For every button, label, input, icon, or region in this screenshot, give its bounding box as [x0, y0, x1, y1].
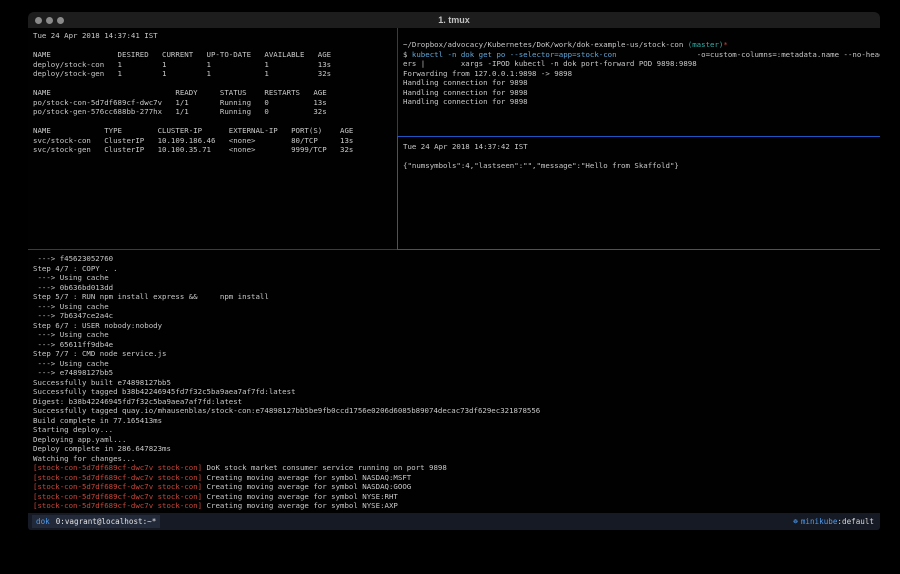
terminal-line: ---> Using cache [33, 330, 880, 340]
terminal-line: Step 5/7 : RUN npm install express && np… [33, 292, 880, 302]
terminal-line: Step 7/7 : CMD node service.js [33, 349, 880, 359]
kube-namespace: :default [837, 517, 874, 526]
terminal-line: [stock-con-5d7df689cf-dwc7v stock-con] D… [33, 463, 880, 473]
terminal-window: 1. tmux Tue 24 Apr 2018 14:37:41 IST NAME… [28, 12, 880, 530]
terminal-line: [stock-con-5d7df689cf-dwc7v stock-con] C… [33, 473, 880, 483]
pane-curl-output[interactable]: Tue 24 Apr 2018 14:37:42 IST {"numsymbols… [398, 137, 880, 249]
pane-kubectl-watch[interactable]: Tue 24 Apr 2018 14:37:41 IST NAME DESIRED… [28, 28, 397, 249]
terminal-line: Starting deploy... [33, 425, 880, 435]
terminal-line: Successfully tagged b38b42246945fd7f32c5… [33, 387, 880, 397]
terminal-line: Successfully tagged quay.io/mhausenblas/… [33, 406, 880, 416]
tmux-status-bar: dok 0:vagrant@localhost:~* ☸minikube:def… [28, 513, 880, 530]
terminal-line: [stock-con-5d7df689cf-dwc7v stock-con] C… [33, 492, 880, 502]
terminal-line: ---> e74898127bb5 [33, 368, 880, 378]
terminal-line: Successfully built e74898127bb5 [33, 378, 880, 388]
pane-port-forward-lines: ~/Dropbox/advocacy/Kubernetes/DoK/work/d… [403, 40, 880, 107]
terminal-line: deploy/stock-con 1 1 1 1 13s [33, 60, 397, 70]
tmux-window-entry: 0:vagrant@localhost:~* [56, 517, 157, 526]
terminal-line: Handling connection for 9898 [403, 97, 880, 107]
terminal-line: po/stock-gen-576cc688bb-277hx 1/1 Runnin… [33, 107, 397, 117]
pane-curl-output-lines: Tue 24 Apr 2018 14:37:42 IST {"numsymbols… [403, 142, 880, 171]
terminal-line [33, 79, 397, 89]
terminal-line: Step 6/7 : USER nobody:nobody [33, 321, 880, 331]
terminal-line: ~/Dropbox/advocacy/Kubernetes/DoK/work/d… [403, 40, 880, 50]
terminal-line: Deploying app.yaml... [33, 435, 880, 445]
terminal-line: NAME TYPE CLUSTER-IP EXTERNAL-IP PORT(S)… [33, 126, 397, 136]
kube-context-indicator: ☸minikube:default [793, 517, 874, 526]
terminal-line: ---> 65611ff9db4e [33, 340, 880, 350]
terminal-line: ---> f45623052760 [33, 254, 880, 264]
tmux-window-item[interactable]: dok 0:vagrant@localhost:~* [32, 515, 160, 528]
tmux-session-name: dok [36, 517, 50, 526]
terminal-line: svc/stock-gen ClusterIP 10.100.35.71 <no… [33, 145, 397, 155]
terminal-line: Handling connection for 9898 [403, 78, 880, 88]
terminal-line: ers | xargs -IPOD kubectl -n dok port-fo… [403, 59, 880, 69]
terminal-line: deploy/stock-gen 1 1 1 1 32s [33, 69, 397, 79]
terminal-line: ---> 7b6347ce2a4c [33, 311, 880, 321]
terminal-line: Tue 24 Apr 2018 14:37:42 IST [403, 142, 880, 152]
terminal-line: ---> Using cache [33, 359, 880, 369]
terminal-line: [stock-con-5d7df689cf-dwc7v stock-con] C… [33, 482, 880, 492]
pane-kubectl-watch-lines: Tue 24 Apr 2018 14:37:41 IST NAME DESIRED… [33, 31, 397, 155]
pane-skaffold-log-lines: ---> f45623052760Step 4/7 : COPY . . ---… [33, 254, 880, 511]
terminal-line: [stock-con-5d7df689cf-dwc7v stock-con] C… [33, 501, 880, 511]
tmux-panes-area: Tue 24 Apr 2018 14:37:41 IST NAME DESIRED… [28, 28, 880, 513]
terminal-line: Forwarding from 127.0.0.1:9898 -> 9898 [403, 69, 880, 79]
desktop-background: 1. tmux Tue 24 Apr 2018 14:37:41 IST NAME… [0, 0, 900, 574]
terminal-line: ---> Using cache [33, 273, 880, 283]
terminal-line: ---> 0b636bd013dd [33, 283, 880, 293]
terminal-line: Build complete in 77.165413ms [33, 416, 880, 426]
terminal-line: $ kubectl -n dok get po --selector=app=s… [403, 50, 880, 60]
terminal-line [33, 117, 397, 127]
terminal-line: svc/stock-con ClusterIP 10.109.186.46 <n… [33, 136, 397, 146]
terminal-line: Step 4/7 : COPY . . [33, 264, 880, 274]
pane-skaffold-log[interactable]: ---> f45623052760Step 4/7 : COPY . . ---… [28, 250, 880, 513]
terminal-line [33, 41, 397, 51]
terminal-line [403, 152, 880, 162]
terminal-line: Watching for changes... [33, 454, 880, 464]
terminal-line: {"numsymbols":4,"lastseen":"","message":… [403, 161, 880, 171]
pane-border-vertical-active[interactable] [397, 136, 398, 250]
terminal-line: po/stock-con-5d7df689cf-dwc7v 1/1 Runnin… [33, 98, 397, 108]
pane-border-horizontal-active-bottom[interactable] [397, 249, 880, 250]
kube-context-name: minikube [801, 517, 838, 526]
pane-border-horizontal-inactive[interactable] [28, 249, 397, 250]
pane-port-forward-shell[interactable]: ~/Dropbox/advocacy/Kubernetes/DoK/work/d… [398, 28, 880, 136]
terminal-line: NAME DESIRED CURRENT UP-TO-DATE AVAILABL… [33, 50, 397, 60]
terminal-line: ---> Using cache [33, 302, 880, 312]
pane-border-horizontal-active-top[interactable] [398, 136, 880, 137]
window-title: 1. tmux [28, 12, 880, 28]
kubernetes-wheel-icon: ☸ [793, 517, 798, 526]
terminal-line: Digest: b38b42246945fd7f32c5ba9aea7af7fd… [33, 397, 880, 407]
window-titlebar: 1. tmux [28, 12, 880, 28]
terminal-line: Tue 24 Apr 2018 14:37:41 IST [33, 31, 397, 41]
terminal-line: NAME READY STATUS RESTARTS AGE [33, 88, 397, 98]
pane-border-vertical-inactive[interactable] [397, 28, 398, 136]
terminal-line: Deploy complete in 286.647823ms [33, 444, 880, 454]
terminal-line: Handling connection for 9898 [403, 88, 880, 98]
